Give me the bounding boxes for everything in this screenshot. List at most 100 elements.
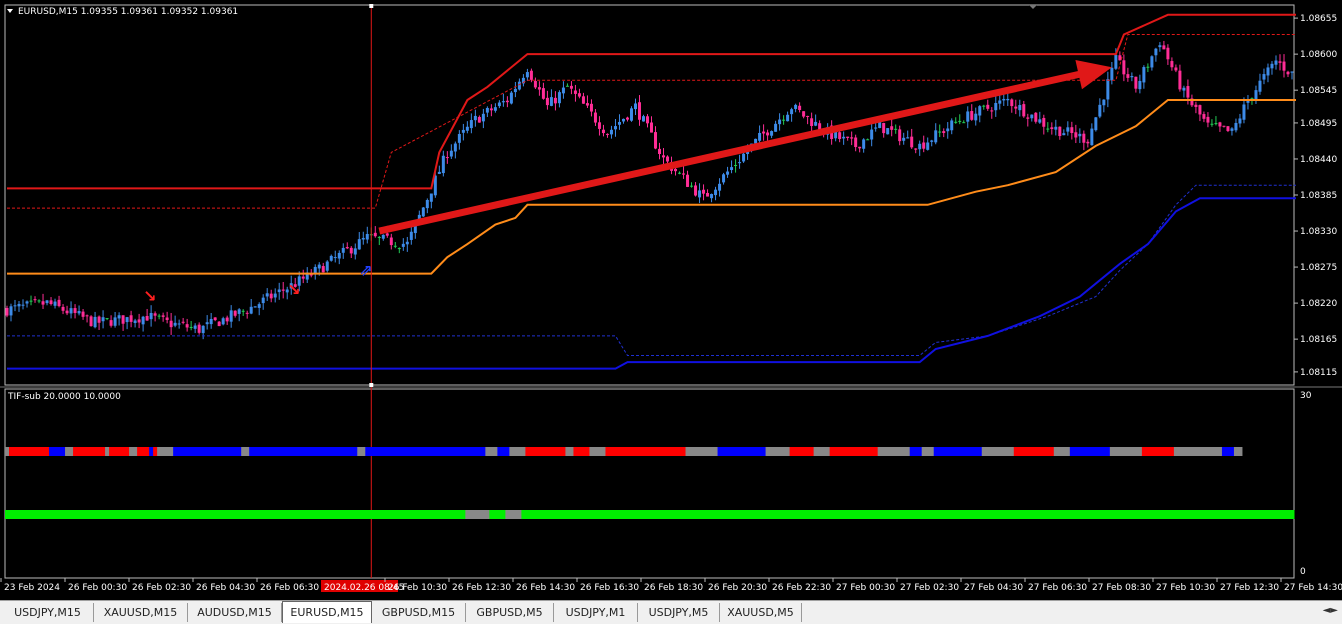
candle-body bbox=[698, 190, 702, 198]
chart-tab-usdjpy-m1[interactable]: USDJPY,M1 bbox=[554, 603, 638, 622]
chart-tab-xauusd-m15[interactable]: XAUUSD,M15 bbox=[94, 603, 188, 622]
candle-body bbox=[49, 300, 53, 305]
candle-body bbox=[129, 315, 133, 322]
chart-tab-eurusd-m15[interactable]: EURUSD,M15 bbox=[282, 601, 372, 623]
subwindow-scale-min: 0 bbox=[1300, 567, 1306, 577]
signal-bar-segment bbox=[485, 447, 498, 456]
candle-body bbox=[645, 116, 649, 124]
chart-shift-marker-icon[interactable] bbox=[1029, 5, 1037, 9]
candle-body bbox=[1058, 126, 1062, 137]
candle-body bbox=[786, 114, 790, 122]
candle-body bbox=[257, 304, 261, 308]
candle-body bbox=[445, 157, 449, 159]
chart-tab-gbpusd-m5[interactable]: GBPUSD,M5 bbox=[466, 603, 554, 622]
sub-plot-frame bbox=[4, 388, 1295, 579]
candle-body bbox=[706, 192, 710, 197]
candle-body bbox=[449, 150, 453, 157]
candle-body bbox=[165, 317, 169, 320]
signal-bar-segment bbox=[981, 447, 1015, 456]
candle-body bbox=[1274, 60, 1278, 65]
candle-body bbox=[802, 111, 806, 117]
candle-body bbox=[509, 92, 513, 104]
candle-body bbox=[229, 310, 233, 322]
candle-body bbox=[573, 90, 577, 94]
indicator-lower_band bbox=[7, 197, 1296, 370]
candle-body bbox=[678, 172, 682, 174]
candle-body bbox=[702, 189, 706, 194]
candle-body bbox=[61, 306, 65, 311]
signal-bar-segment bbox=[109, 447, 130, 456]
candle-body bbox=[461, 129, 465, 133]
time-cursor-handle-top[interactable] bbox=[369, 4, 374, 8]
candle-body bbox=[662, 155, 666, 158]
chart-menu-triangle-icon[interactable] bbox=[7, 9, 13, 13]
candle-body bbox=[1042, 117, 1046, 127]
candle-body bbox=[545, 97, 549, 106]
tab-scroll-arrows-icon[interactable]: ◄► bbox=[1323, 605, 1338, 616]
candle-body bbox=[1194, 104, 1198, 107]
candle-body bbox=[33, 299, 37, 301]
candle-body bbox=[605, 133, 609, 135]
x-tick-label: 26 Feb 20:30 bbox=[708, 583, 767, 593]
candle-body bbox=[349, 247, 353, 254]
candle-body bbox=[714, 189, 718, 196]
candle-body bbox=[774, 123, 778, 132]
candle-body bbox=[125, 317, 129, 323]
candle-body bbox=[734, 165, 738, 167]
candle-body bbox=[1078, 133, 1082, 137]
candle-body bbox=[682, 173, 686, 175]
candle-body bbox=[790, 109, 794, 115]
chart-tab-gbpusd-m15[interactable]: GBPUSD,M15 bbox=[372, 603, 466, 622]
x-tick-label: 27 Feb 08:30 bbox=[1092, 583, 1151, 593]
candle-body bbox=[633, 103, 637, 110]
chart-area[interactable]: 1.08655 1.08600 1.08545 1.08495 1.08440 1.083… bbox=[0, 0, 1342, 600]
candle-body bbox=[381, 234, 385, 239]
signal-bar-segment bbox=[685, 447, 719, 456]
candle-body bbox=[153, 313, 157, 316]
signal-bar-segment bbox=[497, 447, 510, 456]
candle-body bbox=[581, 96, 585, 104]
signal-bar-segment bbox=[509, 447, 526, 456]
candle-body bbox=[401, 243, 405, 247]
candle-body bbox=[345, 247, 349, 249]
signal-bar-segment bbox=[1173, 447, 1223, 456]
candle-body bbox=[389, 237, 393, 246]
candle-body bbox=[1178, 70, 1182, 90]
candle-body bbox=[1286, 71, 1290, 75]
time-cursor-handle-bottom[interactable] bbox=[369, 383, 374, 387]
candle-body bbox=[529, 70, 533, 80]
candle-body bbox=[45, 300, 49, 304]
chart-tab-audusd-m15[interactable]: AUDUSD,M15 bbox=[188, 603, 282, 622]
candle-body bbox=[493, 107, 497, 111]
candle-body bbox=[385, 233, 389, 236]
candle-body bbox=[517, 81, 521, 90]
chart-tab-xauusd-m5[interactable]: XAUUSD,M5 bbox=[720, 603, 802, 622]
signal-bar-segment bbox=[589, 447, 606, 456]
candle-body bbox=[201, 325, 205, 334]
signal-bar-segment bbox=[129, 447, 138, 456]
candle-body bbox=[1034, 112, 1038, 122]
candle-body bbox=[269, 293, 273, 299]
candle-body bbox=[1110, 67, 1114, 81]
trend-bar-segment bbox=[505, 510, 522, 519]
signal-bar-segment bbox=[813, 447, 831, 456]
terminal-window: 1.08655 1.08600 1.08545 1.08495 1.08440 1.083… bbox=[0, 0, 1342, 624]
candle-body bbox=[654, 132, 658, 149]
candle-body bbox=[994, 103, 998, 111]
candle-body bbox=[477, 116, 481, 123]
signal-bar-segment bbox=[1221, 447, 1235, 456]
candle-body bbox=[365, 233, 369, 240]
candle-body bbox=[730, 167, 734, 171]
candle-body bbox=[225, 317, 229, 322]
candle-body bbox=[1018, 105, 1022, 111]
candle-body bbox=[113, 317, 117, 326]
signal-bar-segment bbox=[5, 447, 10, 456]
signal-bar-segment bbox=[153, 447, 158, 456]
candle-body bbox=[473, 115, 477, 121]
chart-tab-usdjpy-m15[interactable]: USDJPY,M15 bbox=[2, 603, 94, 622]
signal-bar-segment bbox=[149, 447, 154, 456]
candle-body bbox=[585, 103, 589, 106]
chart-tab-usdjpy-m5[interactable]: USDJPY,M5 bbox=[638, 603, 720, 622]
y-tick-label: 1.08545 bbox=[1300, 86, 1337, 96]
signal-bar-segment bbox=[717, 447, 767, 456]
